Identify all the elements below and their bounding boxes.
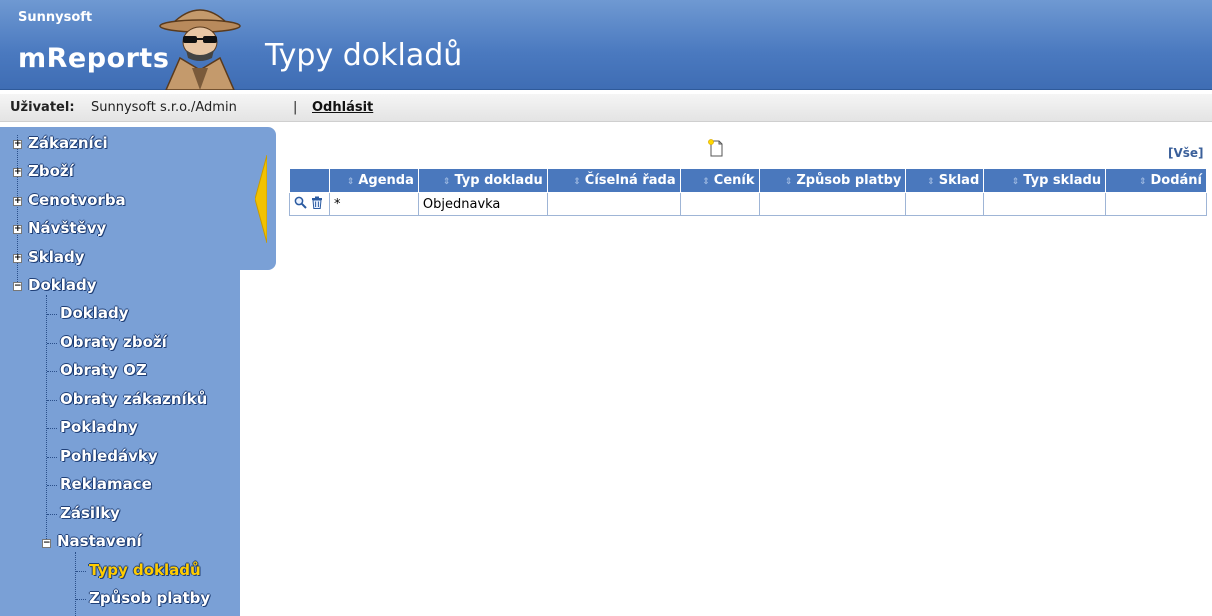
- sort-icon: ⇕: [346, 177, 355, 187]
- sidebar-subitem-pokladny[interactable]: Pokladny: [60, 418, 138, 436]
- column-header-ciselna-rada[interactable]: ⇕ Číselná řada: [546, 168, 681, 193]
- sort-icon: ⇕: [927, 177, 935, 187]
- tree-connector: [47, 457, 57, 458]
- cell-sklad: [905, 192, 985, 216]
- sort-icon: ⇕: [1011, 177, 1020, 187]
- new-document-icon[interactable]: [708, 139, 724, 157]
- sort-icon: ⇕: [573, 177, 581, 187]
- tree-line-doklady: [46, 295, 47, 545]
- cell-zpusob-platby: [758, 192, 907, 216]
- brand-logo-text: mReports: [18, 43, 170, 74]
- sort-icon: ⇕: [702, 177, 710, 187]
- sidebar-item-zbozi[interactable]: Zboží: [28, 162, 74, 180]
- cell-agenda: *: [328, 192, 419, 216]
- sidebar: + Zákazníci + Zboží + Cenotvorba + Návšt…: [0, 127, 276, 616]
- spy-mascot-icon: [159, 9, 241, 90]
- tree-connector: [47, 400, 57, 401]
- expand-toggle-icon[interactable]: +: [13, 254, 22, 263]
- app-header: Sunnysoft mReports Typy dokladů: [0, 0, 1212, 90]
- column-header-dodani[interactable]: ⇕ Dodání: [1105, 168, 1207, 193]
- tree-connector: [47, 343, 57, 344]
- tree-connector: [47, 428, 57, 429]
- sidebar-item-navstevy[interactable]: Návštěvy: [28, 219, 106, 237]
- column-header-typ-skladu[interactable]: ⇕ Typ skladu: [983, 168, 1107, 193]
- table-header-row: ⇕ Agenda ⇕ Typ dokladu ⇕ Číselná řada ⇕ Cení…: [289, 168, 1207, 193]
- expand-toggle-icon[interactable]: +: [13, 168, 22, 177]
- column-header-sklad[interactable]: ⇕ Sklad: [905, 168, 985, 193]
- sidebar-item-doklady[interactable]: Doklady: [28, 276, 97, 294]
- sort-icon: ⇕: [784, 177, 793, 187]
- sidebar-subitem-nastaveni[interactable]: Nastavení: [57, 532, 142, 550]
- column-label: Typ skladu: [1023, 173, 1102, 188]
- sidebar-item-cenotvorba[interactable]: Cenotvorba: [28, 191, 126, 209]
- sidebar-subitem-reklamace[interactable]: Reklamace: [60, 475, 152, 493]
- cell-dodani: [1105, 192, 1207, 216]
- sidebar-subitem-obraty-zbozi[interactable]: Obraty zboží: [60, 333, 167, 351]
- sidebar-subitem-obraty-oz[interactable]: Obraty OZ: [60, 361, 147, 379]
- expand-toggle-icon[interactable]: +: [13, 197, 22, 206]
- trash-icon[interactable]: [311, 196, 323, 209]
- sidebar-subitem-typy-dokladu[interactable]: Typy dokladů: [89, 561, 201, 579]
- actions-header: [289, 168, 330, 193]
- collapse-toggle-icon[interactable]: −: [42, 539, 51, 548]
- cell-typ-skladu: [983, 192, 1107, 216]
- collapse-arrow-icon[interactable]: [255, 155, 267, 243]
- sidebar-subitem-doklady[interactable]: Doklady: [60, 304, 129, 322]
- userbar-separator: |: [293, 100, 298, 115]
- magnifier-icon[interactable]: [294, 196, 307, 209]
- expand-toggle-icon[interactable]: +: [13, 140, 22, 149]
- sort-icon: ⇕: [442, 177, 451, 187]
- tree-connector: [47, 371, 57, 372]
- cell-typ-dokladu: Objednavka: [417, 192, 548, 216]
- tree-connector: [47, 314, 57, 315]
- column-label: Sklad: [938, 173, 980, 188]
- document-types-table: ⇕ Agenda ⇕ Typ dokladu ⇕ Číselná řada ⇕ Cení…: [289, 168, 1207, 216]
- expand-toggle-icon[interactable]: +: [13, 225, 22, 234]
- sidebar-subitem-zasilky[interactable]: Zásilky: [60, 504, 120, 522]
- column-label: Číselná řada: [584, 173, 676, 188]
- tree-connector: [47, 514, 57, 515]
- user-bar: Uživatel: Sunnysoft s.r.o./Admin | Odhlá…: [0, 94, 1212, 122]
- column-label: Agenda: [358, 173, 414, 188]
- column-header-typ-dokladu[interactable]: ⇕ Typ dokladu: [417, 168, 548, 193]
- column-header-zpusob-platby[interactable]: ⇕ Způsob platby: [758, 168, 907, 193]
- sidebar-subitem-pohledavky[interactable]: Pohledávky: [60, 447, 158, 465]
- row-actions: [289, 192, 330, 216]
- collapse-toggle-icon[interactable]: −: [13, 282, 22, 291]
- column-label: Typ dokladu: [454, 173, 543, 188]
- cell-cenik: [679, 192, 760, 216]
- sidebar-item-zakaznici[interactable]: Zákazníci: [28, 134, 108, 152]
- column-label: Způsob platby: [796, 173, 902, 188]
- tree-line-nastaveni: [75, 552, 76, 616]
- column-header-agenda[interactable]: ⇕ Agenda: [328, 168, 419, 193]
- page-title: Typy dokladů: [265, 38, 463, 73]
- sidebar-subitem-obraty-zakazniku[interactable]: Obraty zákazníků: [60, 390, 207, 408]
- brand-company: Sunnysoft: [18, 10, 93, 25]
- logout-link[interactable]: Odhlásit: [312, 94, 373, 122]
- tree-connector: [47, 485, 57, 486]
- tree-line-root: [17, 135, 18, 288]
- column-header-cenik[interactable]: ⇕ Ceník: [679, 168, 760, 193]
- column-label: Dodání: [1150, 173, 1202, 188]
- cell-ciselna-rada: [546, 192, 681, 216]
- tree-connector: [76, 599, 86, 600]
- user-name: Sunnysoft s.r.o./Admin: [91, 100, 237, 115]
- sidebar-item-sklady[interactable]: Sklady: [28, 248, 85, 266]
- show-all-link[interactable]: [Vše]: [1168, 146, 1204, 160]
- tree-connector: [76, 571, 86, 572]
- sidebar-subitem-zpusob-platby[interactable]: Způsob platby: [89, 589, 210, 607]
- column-label: Ceník: [713, 173, 755, 188]
- table-row: * Objednavka: [289, 192, 1207, 216]
- sort-icon: ⇕: [1138, 177, 1147, 187]
- user-label: Uživatel:: [10, 100, 75, 115]
